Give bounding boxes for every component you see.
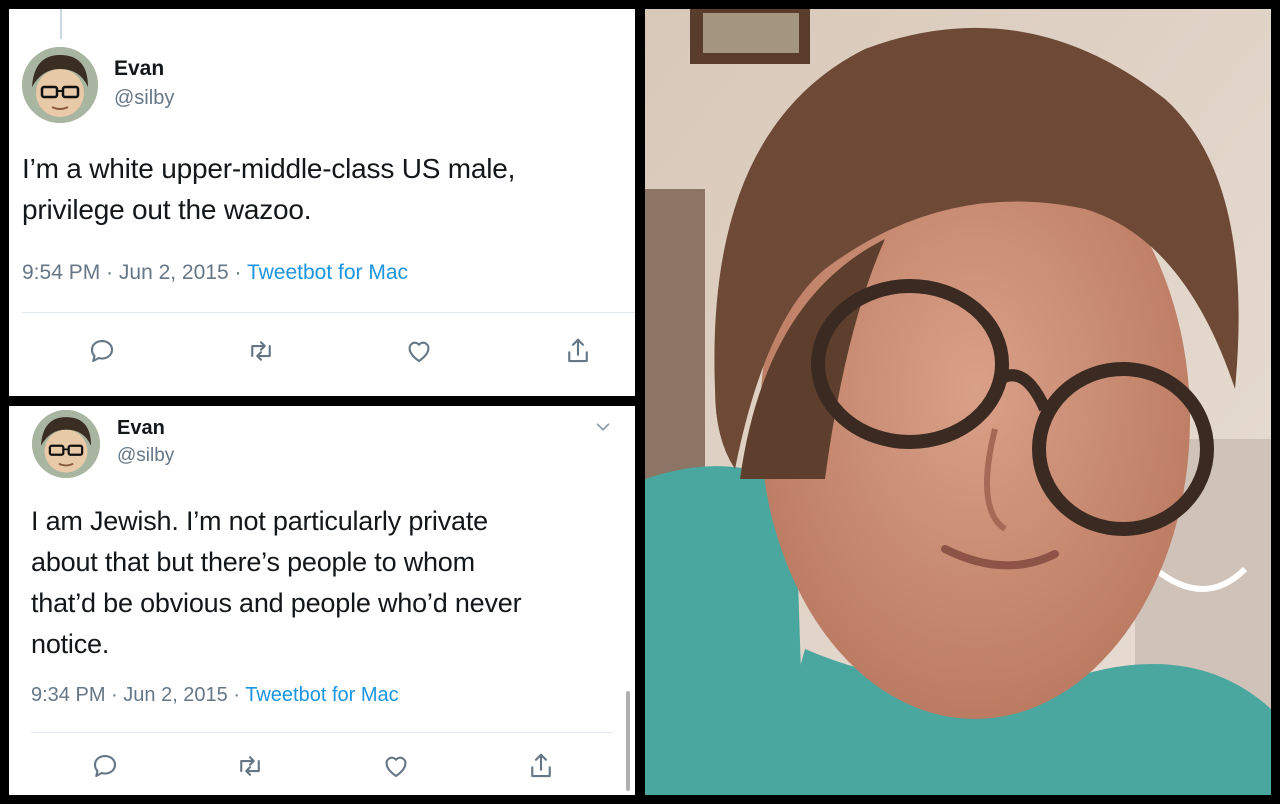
- tweet-source-link[interactable]: Tweetbot for Mac: [245, 684, 398, 706]
- divider: [31, 732, 613, 733]
- selfie-photo: [645, 9, 1271, 795]
- author-name[interactable]: Evan: [114, 57, 164, 81]
- tweet-card-1: Evan @silby I’m a white upper-middle-cla…: [9, 9, 635, 396]
- tweet-text-line: about that but there’s people to whom: [31, 547, 475, 577]
- reply-icon: [93, 754, 117, 778]
- heart-icon: [385, 756, 407, 778]
- avatar[interactable]: [32, 410, 100, 478]
- tweet-date[interactable]: Jun 2, 2015: [119, 261, 229, 284]
- share-button[interactable]: [524, 749, 558, 783]
- reply-button[interactable]: [88, 749, 122, 783]
- like-button[interactable]: [402, 334, 436, 368]
- tweet-time[interactable]: 9:54 PM: [22, 261, 100, 284]
- scrollbar[interactable]: [626, 691, 630, 791]
- action-bar: [85, 334, 595, 368]
- retweet-icon: [250, 341, 271, 361]
- like-button[interactable]: [379, 749, 413, 783]
- tweet-text-line: that’d be obvious and people who’d never: [31, 588, 522, 618]
- tweet-text-line: notice.: [31, 629, 110, 659]
- meta-separator: ·: [105, 684, 124, 706]
- action-bar: [88, 749, 558, 783]
- tweet-meta: 9:34 PM · Jun 2, 2015 · Tweetbot for Mac: [31, 684, 399, 707]
- share-icon: [531, 753, 551, 778]
- tweet-text: I am Jewish. I’m not particularly privat…: [31, 501, 631, 665]
- reply-icon: [90, 339, 114, 363]
- heart-icon: [408, 341, 430, 363]
- retweet-button[interactable]: [244, 334, 278, 368]
- share-icon: [568, 338, 588, 363]
- tweet-time[interactable]: 9:34 PM: [31, 684, 105, 706]
- avatar[interactable]: [22, 47, 98, 123]
- tweet-text-line: I’m a white upper-middle-class US male,: [22, 153, 516, 184]
- author-handle[interactable]: @silby: [114, 87, 174, 110]
- share-button[interactable]: [561, 334, 595, 368]
- tweet-source-link[interactable]: Tweetbot for Mac: [247, 261, 408, 284]
- retweet-button[interactable]: [233, 749, 267, 783]
- tweet-text-line: privilege out the wazoo.: [22, 194, 312, 225]
- tweet-date[interactable]: Jun 2, 2015: [123, 684, 228, 706]
- avatar-illustration: [22, 47, 98, 123]
- more-options-button[interactable]: [592, 416, 614, 438]
- chevron-down-icon: [596, 423, 610, 431]
- author-handle[interactable]: @silby: [117, 445, 174, 467]
- meta-separator: ·: [100, 261, 119, 284]
- thread-line: [60, 9, 62, 39]
- tweet-text-line: I am Jewish. I’m not particularly privat…: [31, 506, 488, 536]
- meta-separator: ·: [227, 684, 246, 706]
- retweet-icon: [240, 756, 261, 776]
- author-name[interactable]: Evan: [117, 417, 165, 440]
- tweet-text: I’m a white upper-middle-class US male, …: [22, 148, 632, 230]
- selfie-illustration: [645, 9, 1271, 795]
- avatar-illustration: [32, 410, 100, 478]
- tweet-meta: 9:54 PM · Jun 2, 2015 · Tweetbot for Mac: [22, 261, 408, 285]
- divider: [22, 312, 635, 313]
- reply-button[interactable]: [85, 334, 119, 368]
- meta-separator: ·: [228, 261, 247, 284]
- tweet-card-2: Evan @silby I am Jewish. I’m not particu…: [9, 406, 635, 795]
